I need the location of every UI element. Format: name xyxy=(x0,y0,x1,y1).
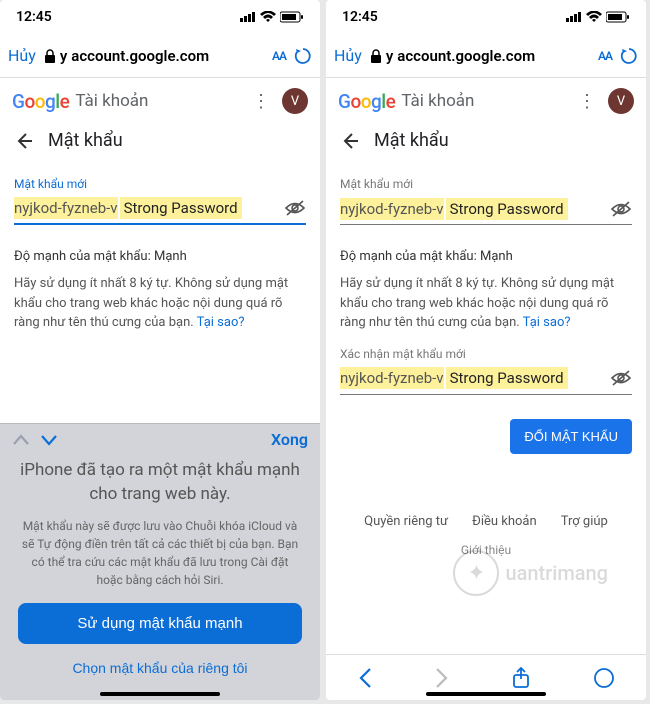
back-button[interactable] xyxy=(340,131,360,151)
terms-link[interactable]: Điều khoản xyxy=(472,514,537,529)
browser-bar: Hủy yaccount.google.com AA xyxy=(0,34,320,78)
url-text: account.google.com xyxy=(397,47,535,65)
why-link[interactable]: Tại sao? xyxy=(197,315,245,330)
forward-nav-button xyxy=(435,667,449,689)
account-label: Tài khoản xyxy=(75,91,148,111)
password-value: nyjkod-fyzneb-v xyxy=(14,197,118,219)
strong-password-pill: Strong Password xyxy=(446,198,568,220)
password-strength: Độ mạnh của mật khẩu: Mạnh xyxy=(340,249,632,264)
google-logo: Google xyxy=(338,90,395,113)
keyboard-suggestion-panel: Xong iPhone đã tạo ra một mật khẩu mạnh … xyxy=(0,423,320,700)
cancel-button[interactable]: Hủy xyxy=(334,46,362,65)
page-title: Mật khẩu xyxy=(48,130,123,151)
url-area[interactable]: yaccount.google.com xyxy=(370,47,590,65)
page-title: Mật khẩu xyxy=(374,130,449,151)
status-time: 12:45 xyxy=(342,9,378,25)
why-link[interactable]: Tại sao? xyxy=(523,315,571,330)
suggestion-title: iPhone đã tạo ra một mật khẩu mạnh cho t… xyxy=(18,459,302,507)
use-strong-password-button[interactable]: Sử dụng mật khẩu mạnh xyxy=(18,603,302,644)
change-password-button[interactable]: ĐỔI MẬT KHẨU xyxy=(510,419,632,454)
content-area: Mật khẩu mới nyjkod-fyzneb-v Strong Pass… xyxy=(0,165,320,423)
footer-links: Quyền riêng tư Điều khoản Trợ giúp xyxy=(340,454,632,529)
home-indicator[interactable] xyxy=(426,692,546,696)
new-password-label: Mật khẩu mới xyxy=(340,177,632,191)
toggle-visibility-icon[interactable] xyxy=(278,199,306,217)
avatar[interactable]: V xyxy=(608,88,634,114)
confirm-password-label: Xác nhận mật khẩu mới xyxy=(340,347,632,361)
strong-password-pill: Strong Password xyxy=(446,367,568,389)
lock-icon xyxy=(370,49,382,63)
next-field-button[interactable] xyxy=(40,433,58,447)
url-prefix: y xyxy=(386,47,393,65)
confirm-password-field[interactable]: nyjkod-fyzneb-v Strong Password xyxy=(340,365,632,395)
done-button[interactable]: Xong xyxy=(271,430,308,449)
phone-right: 12:45 Hủy yaccount.google.com AA xyxy=(326,0,646,700)
choose-own-password-button[interactable]: Chọn mật khẩu của riêng tôi xyxy=(18,654,302,682)
back-button[interactable] xyxy=(14,131,34,151)
page-header: Mật khẩu xyxy=(0,122,320,165)
about-link[interactable]: Giới thiệu xyxy=(340,529,632,563)
password-hint: Hãy sử dụng ít nhất 8 ký tự. Không sử dụ… xyxy=(14,274,306,333)
status-icons xyxy=(240,11,304,23)
share-button[interactable] xyxy=(512,667,530,689)
safari-button[interactable] xyxy=(593,667,615,689)
menu-button[interactable]: ⋮ xyxy=(578,91,596,112)
text-size-button[interactable]: AA xyxy=(598,49,612,63)
avatar[interactable]: V xyxy=(282,88,308,114)
content-area: Mật khẩu mới nyjkod-fyzneb-v Strong Pass… xyxy=(326,165,646,654)
wifi-icon xyxy=(586,11,602,23)
battery-icon xyxy=(606,11,630,23)
url-prefix: y xyxy=(60,47,67,65)
new-password-label: Mật khẩu mới xyxy=(14,177,306,191)
phone-left: 12:45 Hủy yaccount.google.com AA xyxy=(0,0,320,700)
page-header: Mật khẩu xyxy=(326,122,646,165)
status-icons xyxy=(566,11,630,23)
password-strength: Độ mạnh của mật khẩu: Mạnh xyxy=(14,249,306,264)
url-text: account.google.com xyxy=(71,47,209,65)
back-nav-button[interactable] xyxy=(358,667,372,689)
strong-password-pill: Strong Password xyxy=(120,197,242,219)
password-hint: Hãy sử dụng ít nhất 8 ký tự. Không sử dụ… xyxy=(340,274,632,333)
google-header: Google Tài khoản ⋮ V xyxy=(326,78,646,122)
lock-icon xyxy=(44,49,56,63)
status-bar: 12:45 xyxy=(0,0,320,34)
menu-button[interactable]: ⋮ xyxy=(252,91,270,112)
new-password-field[interactable]: nyjkod-fyzneb-v Strong Password xyxy=(340,195,632,225)
browser-bar: Hủy yaccount.google.com AA xyxy=(326,34,646,78)
cancel-button[interactable]: Hủy xyxy=(8,46,36,65)
toggle-visibility-icon[interactable] xyxy=(604,369,632,387)
reload-button[interactable] xyxy=(294,47,312,65)
help-link[interactable]: Trợ giúp xyxy=(561,514,608,529)
reload-button[interactable] xyxy=(620,47,638,65)
signal-icon xyxy=(240,12,256,22)
google-logo: Google xyxy=(12,90,69,113)
privacy-link[interactable]: Quyền riêng tư xyxy=(364,514,448,529)
status-bar: 12:45 xyxy=(326,0,646,34)
password-value: nyjkod-fyzneb-v xyxy=(340,198,444,220)
google-header: Google Tài khoản ⋮ V xyxy=(0,78,320,122)
signal-icon xyxy=(566,12,582,22)
suggestion-subtitle: Mật khẩu này sẽ được lưu vào Chuỗi khóa … xyxy=(18,517,302,589)
new-password-field[interactable]: nyjkod-fyzneb-v Strong Password xyxy=(14,195,306,225)
prev-field-button xyxy=(12,433,30,447)
home-indicator[interactable] xyxy=(100,692,220,696)
password-value: nyjkod-fyzneb-v xyxy=(340,367,444,389)
battery-icon xyxy=(280,11,304,23)
toggle-visibility-icon[interactable] xyxy=(604,200,632,218)
text-size-button[interactable]: AA xyxy=(272,49,286,63)
status-time: 12:45 xyxy=(16,9,52,25)
url-area[interactable]: yaccount.google.com xyxy=(44,47,264,65)
wifi-icon xyxy=(260,11,276,23)
account-label: Tài khoản xyxy=(401,91,474,111)
